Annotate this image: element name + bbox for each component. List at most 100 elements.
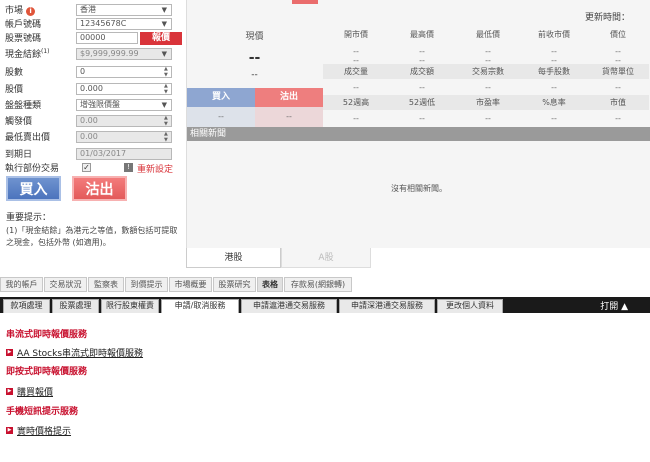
val-spread-2: -- xyxy=(615,56,621,65)
hdr-spread: 價位 xyxy=(610,30,626,39)
info-icon[interactable]: i xyxy=(26,7,36,16)
main-tabs: 我的帳戶 交易狀況 監察表 到價提示 市場概要 股票研究 表格 存款易(網銀轉) xyxy=(0,277,650,292)
val-low-2: -- xyxy=(485,56,491,65)
sell-button[interactable]: 沽出 xyxy=(72,176,127,201)
hdr-lot-size: 每手股數 xyxy=(538,67,570,76)
hdr-52wk-high: 52週高 xyxy=(342,98,370,107)
expiry-label: 到期日 xyxy=(5,150,33,160)
price-alert-link-text[interactable]: 實時價格提示 xyxy=(17,424,71,437)
partial-checkbox[interactable]: ✓ xyxy=(82,163,91,172)
quote-button[interactable]: 報價 xyxy=(140,32,182,45)
open-toggle-button[interactable]: 打開 ▲ xyxy=(600,299,628,312)
qty-stepper[interactable]: 0 xyxy=(76,66,172,78)
account-label: 帳戶號碼 xyxy=(5,20,42,30)
val-open-2: -- xyxy=(353,56,359,65)
streaming-quote-heading: 串流式即時報價服務 xyxy=(6,330,88,340)
arrow-icon: ▶ xyxy=(6,349,13,356)
warning-icon: ! xyxy=(124,163,133,172)
order-type-label: 盤盤種類 xyxy=(5,101,42,111)
current-price-value: -- xyxy=(248,50,261,66)
tab-my-account[interactable]: 我的帳戶 xyxy=(0,277,43,292)
tab-price-alert[interactable]: 到價提示 xyxy=(125,277,168,292)
min-sell-price-input[interactable]: 0.00 xyxy=(76,131,172,143)
order-type-select[interactable]: 增強限價盤 xyxy=(76,99,172,111)
val-currency: -- xyxy=(615,83,621,92)
hdr-prev-close: 前收市價 xyxy=(538,30,570,39)
reset-link[interactable]: 重新設定 xyxy=(137,162,173,175)
hdr-yield: %息率 xyxy=(542,98,566,107)
tab-corporate-actions[interactable]: 限行股東權責 xyxy=(101,299,159,313)
snapshot-quote-heading: 即按式即時報價服務 xyxy=(6,367,88,377)
hdr-turnover: 成交額 xyxy=(410,67,434,76)
order-form: 市場i 香港 帳戶號碼 12345678C 股票號碼 00000 報價 現金結餘… xyxy=(0,0,184,260)
stock-label: 股票號碼 xyxy=(5,34,42,44)
stock-code-input[interactable]: 00000 xyxy=(76,32,138,44)
qty-label: 股數 xyxy=(5,68,24,78)
sub-tabs-bar: 款項處理 股票處理 限行股東權責 申請/取消服務 申請滬港通交易服務 申請深港通… xyxy=(0,297,650,313)
streaming-quote-link[interactable]: ▶ AA Stocks串流式即時報價服務 xyxy=(6,346,143,359)
price-label: 股價 xyxy=(5,85,24,95)
cash-footnote-mark: (1) xyxy=(41,48,50,55)
hdr-open: 開市價 xyxy=(344,30,368,39)
quote-panel: 更新時間： 現價 -- -- 開市價 最高價 最低價 前收市價 價位 -- --… xyxy=(186,0,650,248)
sms-alert-heading: 手機短訊提示服務 xyxy=(6,407,79,417)
tab-forms[interactable]: 表格 xyxy=(257,277,283,292)
val-market-cap: -- xyxy=(615,114,621,123)
tab-stock-handling[interactable]: 股票處理 xyxy=(52,299,99,313)
hdr-currency: 貨幣單位 xyxy=(602,67,634,76)
tab-a-shares[interactable]: A股 xyxy=(281,248,371,268)
hdr-high: 最高價 xyxy=(410,30,434,39)
val-52wk-low: -- xyxy=(419,114,425,123)
current-price-change: -- xyxy=(251,70,258,80)
val-turnover: -- xyxy=(419,83,425,92)
tab-apply-cancel-services[interactable]: 申請/取消服務 xyxy=(161,299,239,313)
val-lot-size: -- xyxy=(551,83,557,92)
tab-trade-status[interactable]: 交易狀況 xyxy=(44,277,87,292)
price-alert-link[interactable]: ▶ 實時價格提示 xyxy=(6,424,71,437)
cash-label: 現金結餘 xyxy=(5,50,42,60)
val-pe-ratio: -- xyxy=(485,114,491,123)
val-trades: -- xyxy=(485,83,491,92)
buy-button[interactable]: 買入 xyxy=(6,176,61,201)
trigger-price-input[interactable]: 0.00 xyxy=(76,115,172,127)
tab-change-personal-info[interactable]: 更改個人資料 xyxy=(437,299,503,313)
val-yield: -- xyxy=(551,114,557,123)
tab-market-overview[interactable]: 市場概要 xyxy=(169,277,212,292)
tab-shenzhen-connect[interactable]: 申請深港通交易服務 xyxy=(339,299,435,313)
hdr-low: 最低價 xyxy=(476,30,500,39)
buy-quote-link[interactable]: ▶ 購買報價 xyxy=(6,385,53,398)
val-high-2: -- xyxy=(419,56,425,65)
trigger-label: 觸發價 xyxy=(5,117,33,127)
account-select[interactable]: 12345678C xyxy=(76,18,172,30)
expiry-date-input[interactable]: 01/03/2017 xyxy=(76,148,172,160)
current-price-label: 現價 xyxy=(245,32,264,42)
quote-buy-button[interactable]: 買入 xyxy=(187,88,255,107)
price-stepper[interactable]: 0.000 xyxy=(76,83,172,95)
partial-label: 執行部份交易 xyxy=(5,164,60,174)
update-time: 更新時間： xyxy=(584,13,630,23)
tab-stock-research[interactable]: 股票研究 xyxy=(213,277,256,292)
min-sell-label: 最低賣出價 xyxy=(5,133,51,143)
hdr-52wk-low: 52週低 xyxy=(408,98,436,107)
tab-shanghai-connect[interactable]: 申請滬港通交易服務 xyxy=(241,299,337,313)
tab-payments[interactable]: 款項處理 xyxy=(3,299,50,313)
market-select[interactable]: 香港 xyxy=(76,4,172,16)
tab-deposit[interactable]: 存款易(網銀轉) xyxy=(284,277,352,292)
tab-hk-stocks[interactable]: 港股 xyxy=(186,248,281,268)
news-empty-message: 沒有相關新聞。 xyxy=(391,184,447,193)
notice-title: 重要提示： xyxy=(6,213,52,223)
quote-sell-button[interactable]: 沽出 xyxy=(255,88,323,107)
news-header: 相關新聞 xyxy=(187,127,650,141)
ask-price: -- xyxy=(255,107,323,127)
cash-balance-select[interactable]: $9,999,999.99 xyxy=(76,48,172,60)
val-volume: -- xyxy=(353,83,359,92)
streaming-quote-link-text[interactable]: AA Stocks串流式即時報價服務 xyxy=(17,346,143,359)
notice-body: (1)「現金結餘」為港元之等值，數額包括可提取之現金，包括外幣 (如適用)。 xyxy=(6,226,178,247)
tab-watchlist[interactable]: 監察表 xyxy=(88,277,124,292)
buy-quote-link-text[interactable]: 購買報價 xyxy=(17,385,53,398)
arrow-icon: ▶ xyxy=(6,427,13,434)
bid-price: -- xyxy=(187,107,255,127)
val-prev-close-2: -- xyxy=(551,56,557,65)
hdr-pe-ratio: 市盈率 xyxy=(476,98,500,107)
arrow-icon: ▶ xyxy=(6,388,13,395)
